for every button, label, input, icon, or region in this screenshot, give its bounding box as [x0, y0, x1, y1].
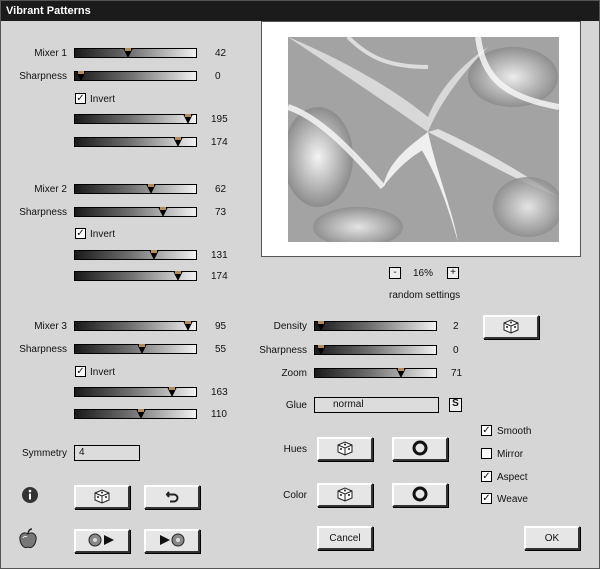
group2-slider-a[interactable] [74, 250, 197, 260]
zoom-slider[interactable] [314, 368, 437, 378]
group1-slider-b-value: 174 [211, 137, 228, 148]
invert2-checkbox[interactable]: ✓ [75, 228, 86, 239]
invert2-label: Invert [90, 229, 116, 240]
cancel-button[interactable]: Cancel [317, 526, 373, 550]
sharpness3-label: Sharpness [19, 344, 67, 355]
dice-icon [93, 488, 111, 507]
aspect-label: Aspect [497, 472, 528, 483]
weave-checkbox[interactable]: ✓ [481, 493, 492, 504]
invert1-checkbox[interactable]: ✓ [75, 93, 86, 104]
glue-label: Glue [285, 400, 307, 411]
undo-icon [164, 488, 180, 507]
right-sharpness-value: 0 [453, 345, 459, 356]
zoom-percent: 16% [413, 268, 434, 279]
mixer1-value: 42 [215, 48, 227, 59]
right-sharpness-slider[interactable] [314, 345, 437, 355]
sharpness1-label: Sharpness [19, 71, 67, 82]
ring-icon [412, 440, 428, 459]
group1-slider-a[interactable] [74, 114, 197, 124]
sharpness2-slider[interactable] [74, 207, 197, 217]
glue-select[interactable]: normal [314, 397, 439, 413]
zoom-in-button[interactable]: + [447, 267, 459, 279]
mixer2-label: Mixer 2 [34, 184, 67, 195]
ok-button[interactable]: OK [524, 526, 580, 550]
mirror-checkbox[interactable] [481, 448, 492, 459]
group1-slider-a-value: 195 [211, 114, 228, 125]
group2-slider-b-value: 174 [211, 271, 228, 282]
sharpness3-slider[interactable] [74, 344, 197, 354]
symmetry-field[interactable]: 4 [74, 445, 140, 461]
plugin-window: Vibrant Patterns Mixer 1 42 Sharpness 0 … [0, 0, 600, 569]
density-slider[interactable] [314, 321, 437, 331]
right-sharpness-label: Sharpness [259, 345, 307, 356]
sharpness3-value: 55 [215, 344, 227, 355]
group3-slider-b[interactable] [74, 409, 197, 419]
ring-icon [412, 486, 428, 505]
apple-icon[interactable] [17, 528, 39, 550]
aspect-checkbox[interactable]: ✓ [481, 471, 492, 482]
density-value: 2 [453, 321, 459, 332]
sharpness1-slider[interactable] [74, 71, 197, 81]
mixer3-label: Mixer 3 [34, 321, 67, 332]
mixer1-slider[interactable] [74, 48, 197, 58]
play-forward-icon [157, 533, 187, 550]
zoom-value: 71 [451, 368, 463, 379]
play-back-button[interactable] [74, 529, 130, 553]
dice-icon [502, 318, 520, 337]
group2-slider-b[interactable] [74, 271, 197, 281]
mixer2-value: 62 [215, 184, 227, 195]
hues-reset-button[interactable] [392, 437, 448, 461]
invert3-label: Invert [90, 367, 116, 378]
weave-label: Weave [497, 494, 528, 505]
smooth-checkbox[interactable]: ✓ [481, 425, 492, 436]
hues-dice-button[interactable] [317, 437, 373, 461]
invert1-label: Invert [90, 94, 116, 105]
color-dice-button[interactable] [317, 483, 373, 507]
smooth-label: Smooth [497, 426, 532, 437]
density-label: Density [273, 321, 307, 332]
mirror-label: Mirror [497, 449, 524, 460]
play-back-icon [87, 533, 117, 550]
random-dice-button[interactable] [74, 485, 130, 509]
random-settings-label: random settings [389, 290, 461, 301]
glue-s-button[interactable]: S [449, 398, 462, 412]
zoom-label: Zoom [281, 368, 307, 379]
sharpness1-value: 0 [215, 71, 221, 82]
group2-slider-a-value: 131 [211, 250, 228, 261]
group1-slider-b[interactable] [74, 137, 197, 147]
mixer3-value: 95 [215, 321, 227, 332]
play-forward-button[interactable] [144, 529, 200, 553]
info-icon[interactable] [21, 486, 39, 504]
sharpness2-label: Sharpness [19, 207, 67, 218]
hues-label: Hues [283, 444, 307, 455]
group3-slider-a[interactable] [74, 387, 197, 397]
dice-icon [336, 440, 354, 459]
mixer3-slider[interactable] [74, 321, 197, 331]
mixer2-slider[interactable] [74, 184, 197, 194]
color-label: Color [283, 490, 307, 501]
mixer1-label: Mixer 1 [34, 48, 67, 59]
color-reset-button[interactable] [392, 483, 448, 507]
pattern-preview[interactable] [288, 37, 559, 242]
group3-slider-a-value: 163 [211, 387, 228, 398]
symmetry-label: Symmetry [22, 448, 67, 459]
window-title: Vibrant Patterns [1, 1, 599, 21]
zoom-out-button[interactable]: - [389, 267, 401, 279]
random-settings-dice-button[interactable] [483, 315, 539, 339]
invert3-checkbox[interactable]: ✓ [75, 366, 86, 377]
dice-icon [336, 486, 354, 505]
group3-slider-b-value: 110 [211, 409, 227, 420]
sharpness2-value: 73 [215, 207, 227, 218]
undo-button[interactable] [144, 485, 200, 509]
